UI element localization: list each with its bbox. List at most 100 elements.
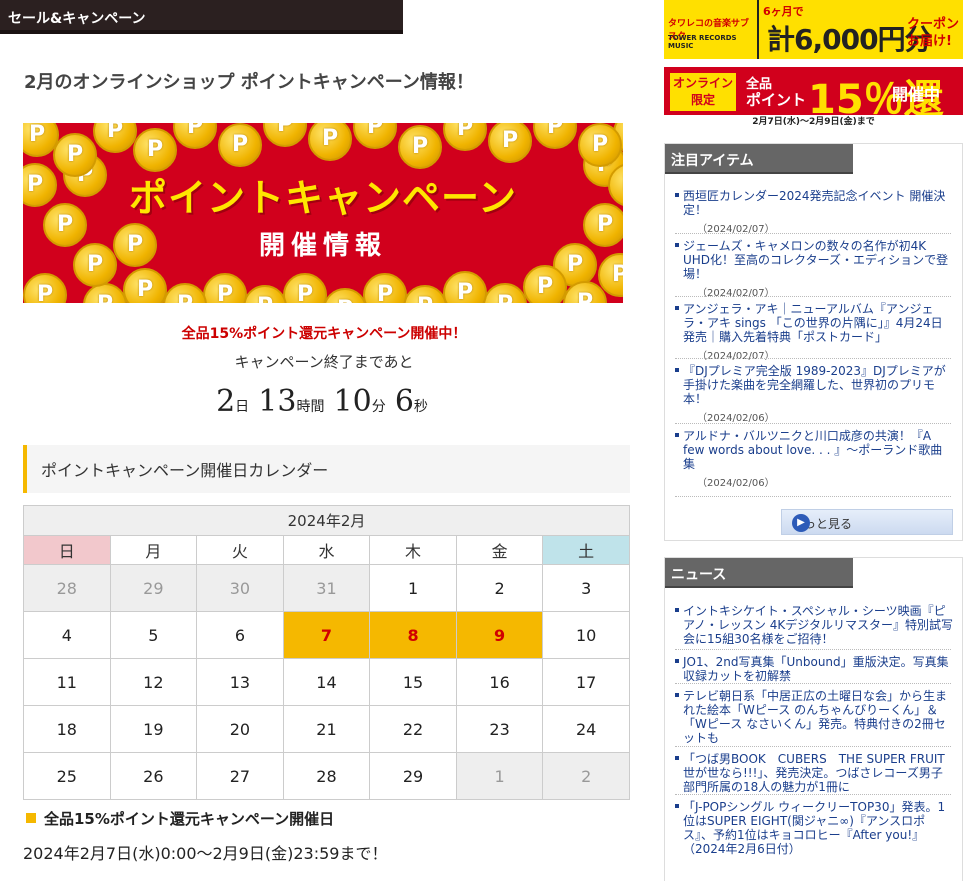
item-separator	[675, 423, 951, 424]
coin-letter: P	[186, 123, 204, 139]
online-point-ad[interactable]: オンライン 限定 全品 ポイント 15％還元 開催中 2月7日(水)～2月9日(…	[664, 67, 963, 129]
news-item[interactable]: 「つば男BOOK CUBERS THE SUPER FRUIT 世が世なら!!!…	[675, 752, 953, 794]
coin-icon: P	[323, 288, 367, 303]
weekday-cell: 木	[369, 535, 457, 565]
calendar-week-row: 25 26 27 28 29 1 2	[23, 752, 630, 800]
calendar-week-row: 11 12 13 14 15 16 17	[23, 658, 630, 706]
page-title: 2月のオンラインショップ ポイントキャンペーン情報！	[24, 72, 474, 93]
weekday-cell: 月	[109, 535, 198, 565]
countdown-seconds-unit: 秒	[413, 399, 428, 415]
calendar-day: 4	[23, 611, 111, 659]
bullet-icon	[675, 243, 679, 247]
featured-item-link[interactable]: 『DJプレミア完全版 1989-2023』DJプレミアが手掛けた楽曲を完全網羅し…	[675, 364, 953, 406]
news-item-link[interactable]: イントキシケイト・スペシャル・シーツ映画『ピアノ・レッスン 4Kデジタルリマスタ…	[675, 604, 953, 646]
featured-item-link[interactable]: アルドナ・バルツニクと川口成彦の共演！『A few words about lo…	[675, 429, 953, 471]
featured-item-link[interactable]: 西垣匠カレンダー2024発売記念イベント 開催決定！	[675, 189, 953, 217]
countdown-days: 2	[216, 384, 236, 419]
coin-letter: P	[501, 128, 519, 153]
weekday-cell: 土	[542, 535, 630, 565]
calendar-day: 26	[109, 752, 198, 800]
news-item[interactable]: JO1、2nd写真集「Unbound」重版決定。写真集収録カットを初解禁	[675, 655, 953, 683]
more-button[interactable]: もっと見る ▶	[781, 509, 953, 535]
item-separator	[675, 358, 951, 359]
calendar-day: 14	[282, 658, 371, 706]
featured-items-box: 注目アイテム もっと見る ▶ 西垣匠カレンダー2024発売記念イベント 開催決定…	[664, 143, 963, 541]
calendar-day: 3	[542, 564, 630, 612]
news-item[interactable]: テレビ朝日系「中居正広の土曜日な会」から生まれた絵本「Wピース のんちゃんびりー…	[675, 689, 953, 745]
calendar-day: 16	[455, 658, 544, 706]
coin-icon: P	[173, 123, 217, 149]
coin-letter: P	[485, 285, 525, 303]
category-bar: セール&キャンペーン	[0, 0, 403, 34]
period-title-text: 全品15%ポイント還元キャンペーン開催日	[44, 810, 335, 828]
news-item-link[interactable]: テレビ朝日系「中居正広の土曜日な会」から生まれた絵本「Wピース のんちゃんびりー…	[675, 689, 953, 745]
weekday-cell: 水	[282, 535, 371, 565]
calendar-day: 17	[542, 658, 630, 706]
countdown-days-unit: 日	[235, 399, 250, 415]
news-item-link[interactable]: JO1、2nd写真集「Unbound」重版決定。写真集収録カットを初解禁	[675, 655, 953, 683]
coin-icon: P	[563, 281, 607, 303]
news-item[interactable]: イントキシケイト・スペシャル・シーツ映画『ピアノ・レッスン 4Kデジタルリマスタ…	[675, 604, 953, 646]
featured-item-link[interactable]: アンジェラ・アキ｜ニューアルバム『アンジェラ・アキ sings 「この世界の片隅…	[675, 302, 953, 344]
featured-item[interactable]: 『DJプレミア完全版 1989-2023』DJプレミアが手掛けた楽曲を完全網羅し…	[675, 364, 953, 426]
featured-item[interactable]: 西垣匠カレンダー2024発売記念イベント 開催決定！ （2024/02/07）	[675, 189, 953, 237]
coin-icon: P	[533, 123, 577, 149]
news-item-link[interactable]: 「つば男BOOK CUBERS THE SUPER FRUIT 世が世なら!!!…	[675, 752, 953, 794]
coin-letter: P	[456, 280, 474, 303]
calendar-day: 21	[282, 705, 371, 753]
coin-icon: P	[308, 123, 352, 161]
featured-item[interactable]: ジェームズ・キャメロンの数々の名作が初4K UHD化！至高のコレクターズ・エディ…	[675, 239, 953, 301]
coin-letter: P	[376, 282, 394, 303]
featured-item[interactable]: アンジェラ・アキ｜ニューアルバム『アンジェラ・アキ sings 「この世界の片隅…	[675, 302, 953, 364]
campaign-calendar: 2024年2月 日月火水木金土 28 29 30 31 1 2 3 4 5 6 7 8 9 10 11 12 1…	[23, 505, 630, 800]
coin-letter: P	[85, 285, 125, 303]
coin-icon: P	[218, 123, 262, 167]
online-badge: オンライン 限定	[670, 73, 736, 111]
calendar-day: 2	[542, 752, 630, 800]
item-separator	[675, 296, 951, 297]
featured-item-date: （2024/02/07）	[697, 351, 775, 362]
item-separator	[675, 649, 951, 650]
news-title: ニュース	[671, 567, 727, 583]
coin-letter: P	[325, 290, 365, 303]
featured-item-date: （2024/02/07）	[697, 224, 775, 235]
calendar-day: 28	[282, 752, 371, 800]
calendar-day-campaign: 8	[369, 611, 457, 659]
coin-letter: P	[405, 287, 445, 303]
tower-records-logo: タワレコの音楽サブスク TOWER RECORDS MUSIC	[664, 0, 757, 59]
tower-music-ad[interactable]: タワレコの音楽サブスク TOWER RECORDS MUSIC 6ヶ月で 計6,…	[664, 0, 963, 59]
item-separator	[675, 233, 951, 234]
calendar-day: 12	[109, 658, 198, 706]
coin-icon: P	[93, 123, 137, 153]
calendar-day: 28	[23, 564, 111, 612]
coin-letter: P	[591, 132, 609, 157]
featured-item[interactable]: アルドナ・バルツニクと川口成彦の共演！『A few words about lo…	[675, 429, 953, 491]
bullet-icon	[675, 193, 679, 197]
coin-icon: P	[203, 273, 247, 303]
calendar-week-row: 4 5 6 7 8 9 10	[23, 611, 630, 659]
coin-icon: P	[443, 271, 487, 303]
featured-item-link[interactable]: ジェームズ・キャメロンの数々の名作が初4K UHD化！至高のコレクターズ・エディ…	[675, 239, 953, 281]
banner-title: ポイントキャンペーン	[128, 176, 518, 220]
calendar-day-campaign: 9	[455, 611, 544, 659]
coin-icon: P	[398, 125, 442, 169]
news-item[interactable]: 「J-POPシングル ウィークリーTOP30」発表。1位はSUPER EIGHT…	[675, 800, 953, 856]
coin-letter: P	[576, 290, 594, 303]
calendar-day: 11	[23, 658, 111, 706]
coin-letter: P	[276, 123, 294, 137]
bullet-icon	[675, 804, 679, 808]
news-item-link[interactable]: 「J-POPシングル ウィークリーTOP30」発表。1位はSUPER EIGHT…	[675, 800, 953, 856]
coin-letter: P	[546, 123, 564, 139]
coin-icon: P	[123, 268, 167, 303]
calendar-day: 19	[109, 705, 198, 753]
campaign-banner: PPPPPPPPPPPPPPPPPPPPPPPPPPPPPPPPPPPPPPP …	[23, 123, 623, 303]
countdown-label: キャンペーン終了まであと	[234, 353, 414, 371]
tower-ad-sub: TOWER RECORDS MUSIC	[668, 34, 737, 50]
period-title: 全品15%ポイント還元キャンペーン開催日	[26, 808, 334, 829]
coin-icon: P	[283, 273, 327, 303]
coin-letter: P	[231, 132, 249, 157]
calendar-day: 22	[369, 705, 457, 753]
coin-icon: P	[353, 123, 397, 149]
calendar-week-row: 18 19 20 21 22 23 24	[23, 705, 630, 753]
coin-letter: P	[106, 123, 124, 143]
